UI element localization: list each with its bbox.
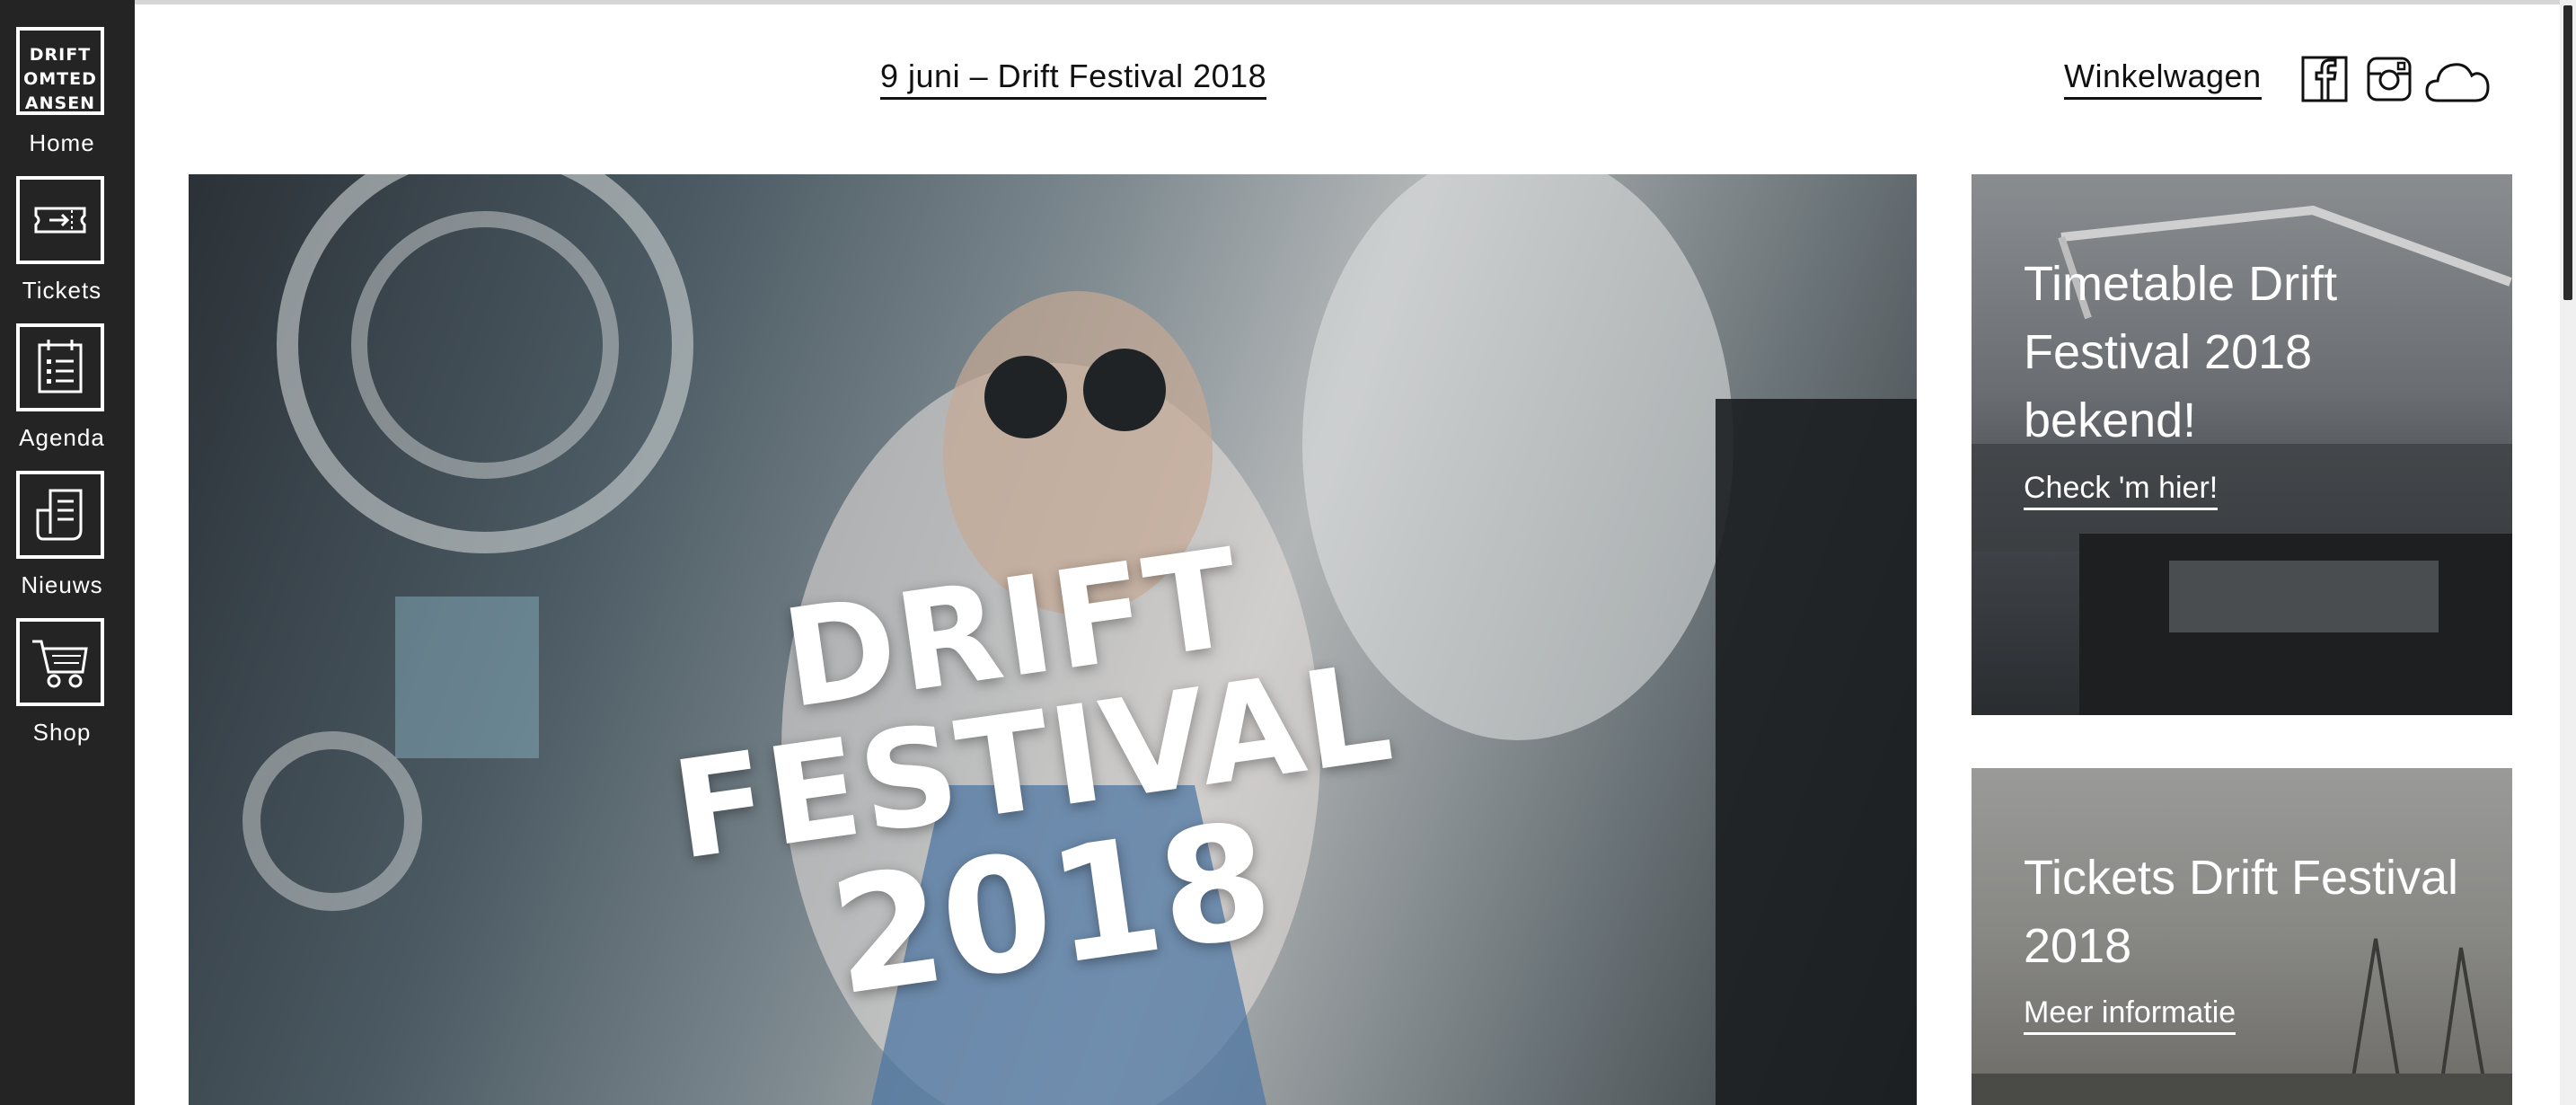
hero-image[interactable]: DRIFT FESTIVAL 2018 <box>189 174 1917 1105</box>
soundcloud-icon[interactable] <box>2425 59 2490 109</box>
logo-line: OMTED <box>23 69 97 89</box>
cart-icon <box>16 618 104 706</box>
timetable-card[interactable]: Timetable Drift Festival 2018 bekend! Ch… <box>1972 174 2512 715</box>
card-link[interactable]: Meer informatie <box>2024 995 2236 1035</box>
sidebar-item-label: Nieuws <box>21 571 103 598</box>
sidebar-item-agenda[interactable]: Agenda <box>0 323 135 458</box>
sidebar-nav: DRIFT OMTED ANSEN Home Tickets Agenda Ni… <box>0 0 135 1105</box>
scrollbar-thumb[interactable] <box>2563 5 2572 300</box>
sidebar-item-home[interactable]: DRIFT OMTED ANSEN Home <box>0 27 135 162</box>
tickets-card[interactable]: Tickets Drift Festival 2018 Meer informa… <box>1972 768 2512 1105</box>
sidebar-item-label: Shop <box>32 719 92 746</box>
calendar-icon <box>16 323 104 411</box>
drift-logo[interactable]: DRIFT OMTED ANSEN <box>16 27 104 115</box>
sidebar-item-label: Agenda <box>19 424 105 451</box>
logo-line: ANSEN <box>24 93 96 113</box>
newspaper-icon <box>16 471 104 559</box>
facebook-icon[interactable] <box>2301 56 2348 107</box>
card-link[interactable]: Check 'm hier! <box>2024 471 2219 510</box>
sidebar-item-nieuws[interactable]: Nieuws <box>0 471 135 606</box>
top-border <box>0 0 2576 4</box>
logo-line: DRIFT <box>29 45 92 65</box>
sidebar-item-tickets[interactable]: Tickets <box>0 176 135 311</box>
ticket-icon <box>16 176 104 264</box>
page-scrollbar[interactable] <box>2560 0 2576 1105</box>
card-title: Tickets Drift Festival 2018 <box>2024 851 2459 973</box>
cart-link[interactable]: Winkelwagen <box>2064 57 2262 100</box>
sidebar-item-label: Tickets <box>22 277 102 304</box>
instagram-icon[interactable] <box>2366 56 2413 107</box>
sidebar-item-shop[interactable]: Shop <box>0 618 135 753</box>
logo-text: DRIFT OMTED ANSEN <box>20 43 101 116</box>
sidebar-item-label: Home <box>29 129 95 156</box>
event-date-link[interactable]: 9 juni – Drift Festival 2018 <box>880 57 1267 100</box>
card-title: Timetable Drift Festival 2018 bekend! <box>2024 257 2338 447</box>
